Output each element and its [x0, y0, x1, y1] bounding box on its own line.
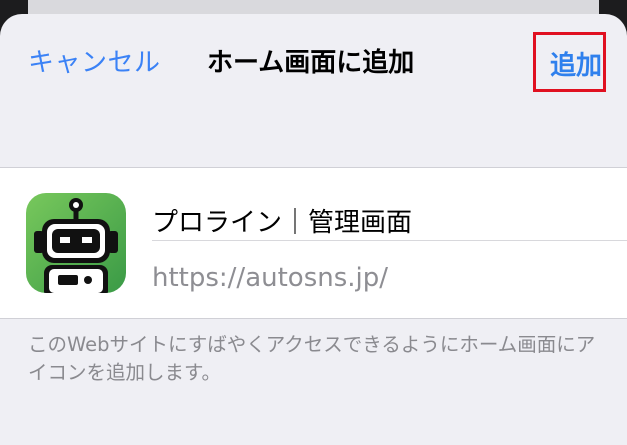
bookmark-card: プロライン｜管理画面 https://autosns.jp/ — [0, 167, 627, 319]
add-button-highlight: 追加 — [533, 32, 606, 92]
robot-icon — [26, 193, 126, 293]
bookmark-name-input[interactable]: プロライン｜管理画面 — [152, 184, 627, 241]
cancel-button[interactable]: キャンセル — [28, 42, 161, 79]
navigation-bar: キャンセル ホーム画面に追加 追加 — [0, 14, 627, 110]
bookmark-name-text: プロライン｜管理画面 — [152, 208, 413, 238]
sheet-title: ホーム画面に追加 — [207, 48, 415, 78]
description-text: このWebサイトにすばやくアクセスできるようにホーム画面にアイコンを追加します。 — [28, 333, 596, 384]
bookmark-url: https://autosns.jp/ — [152, 263, 389, 293]
add-button[interactable]: 追加 — [550, 45, 602, 82]
add-to-home-sheet: キャンセル ホーム画面に追加 追加 プロライン｜管理画面 https://aut… — [0, 14, 627, 445]
